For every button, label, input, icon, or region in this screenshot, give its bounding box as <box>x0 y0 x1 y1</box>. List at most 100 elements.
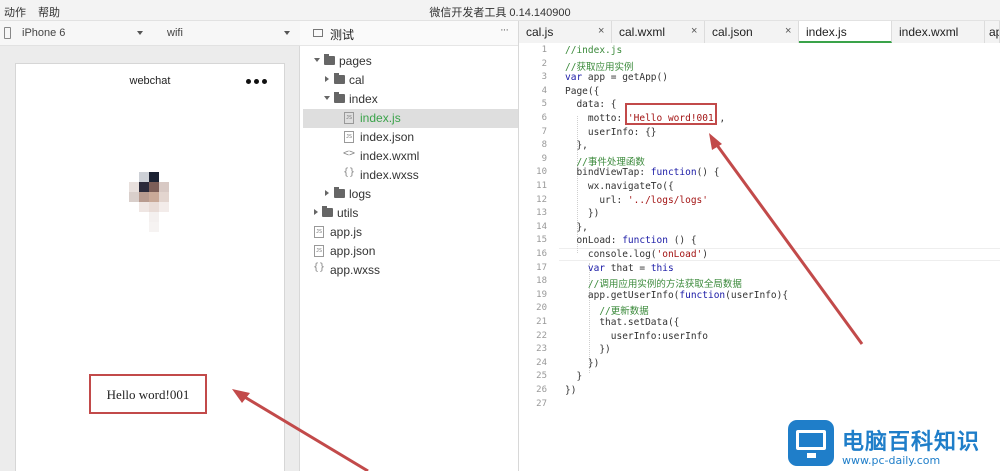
line-number: 26 <box>536 385 547 395</box>
json-file-icon: JS <box>314 245 324 257</box>
line-number: 4 <box>541 85 547 96</box>
line-number: 6 <box>541 113 547 123</box>
line-number: 25 <box>536 371 547 382</box>
tree-item-label: index.json <box>360 130 415 144</box>
chevron-right-icon[interactable] <box>325 76 329 82</box>
chevron-down-icon[interactable] <box>324 96 330 100</box>
tab-cal-json[interactable]: cal.json × <box>705 21 799 43</box>
tab-app-truncated[interactable]: ap <box>985 21 1000 43</box>
project-name: 测试 <box>330 28 355 42</box>
chevron-down-icon[interactable] <box>314 58 320 62</box>
code-line: }, <box>565 221 588 233</box>
line-number: 8 <box>541 140 547 151</box>
line-number: 24 <box>536 357 547 368</box>
tree-item-app-js[interactable]: JS app.js <box>303 223 518 242</box>
close-icon[interactable]: × <box>691 25 697 37</box>
line-number: 3 <box>541 72 547 83</box>
code-line: app.getUserInfo(function(userInfo){ <box>565 289 789 301</box>
close-icon[interactable]: × <box>598 25 604 37</box>
more-menu-icon[interactable] <box>246 79 268 85</box>
code-line: }) <box>565 344 611 356</box>
code-line: userInfo: {} <box>565 126 657 138</box>
code-line: }) <box>565 208 600 220</box>
tab-cal-js[interactable]: cal.js × <box>519 21 612 43</box>
tree-item-index-folder[interactable]: index <box>303 90 518 109</box>
tree-item-label: app.wxss <box>330 263 381 277</box>
folder-icon <box>334 92 345 103</box>
tree-item-app-wxss[interactable]: {} app.wxss <box>303 261 518 280</box>
code-line: userInfo:userInfo <box>565 330 708 342</box>
device-toolbar: iPhone 6 wifi <box>0 21 300 46</box>
tree-item-label: index.wxss <box>360 168 419 182</box>
line-number: 2 <box>541 58 547 69</box>
tree-item-label: index <box>349 92 378 106</box>
tree-item-index-json[interactable]: JS index.json <box>303 128 518 147</box>
code-line: //调用应用实例的方法获取全局数据 <box>565 279 742 291</box>
line-number: 14 <box>536 221 547 232</box>
tab-label: index.js <box>806 25 847 39</box>
line-number: 23 <box>536 344 547 355</box>
line-number: 15 <box>536 235 547 246</box>
code-line: //事件处理函数 <box>565 156 645 168</box>
tab-label: cal.json <box>712 25 753 39</box>
tree-item-label: utils <box>337 206 359 220</box>
tree-item-label: logs <box>349 187 372 201</box>
chevron-right-icon[interactable] <box>314 209 318 215</box>
tree-item-index-wxss[interactable]: {} index.wxss <box>303 166 518 185</box>
folder-icon <box>322 206 333 217</box>
chevron-down-icon[interactable] <box>284 31 290 35</box>
line-number: 27 <box>536 398 547 409</box>
tree-item-index-wxml[interactable]: <> index.wxml <box>303 147 518 166</box>
code-line: }) <box>565 357 600 369</box>
watermark: 电脑百科知识 www.pc-daily.com <box>780 418 1000 471</box>
tree-item-pages[interactable]: pages <box>303 52 518 71</box>
code-line: var that = this <box>587 262 674 274</box>
chevron-down-icon[interactable] <box>137 31 143 35</box>
file-tree-header: 测试 ··· <box>300 21 518 46</box>
code-line: //更新数据 <box>565 306 649 318</box>
line-number: 7 <box>541 126 547 137</box>
phone-icon <box>4 27 11 39</box>
line-number: 13 <box>536 208 547 219</box>
code-line: var app = getApp() <box>565 72 668 84</box>
app-title: 微信开发者工具 0.14.140900 <box>429 7 571 19</box>
network-select[interactable]: wifi <box>167 27 183 39</box>
line-number: 18 <box>536 276 547 287</box>
code-line: url: '../logs/logs' <box>565 194 708 206</box>
editor-tab-bar: cal.js × cal.wxml × cal.json × index.js … <box>519 21 1000 43</box>
style-file-icon: {} <box>313 262 326 273</box>
folder-icon <box>334 73 345 84</box>
line-number: 16 <box>536 249 547 259</box>
tab-index-wxml[interactable]: index.wxml <box>892 21 985 43</box>
tab-label: index.wxml <box>899 25 959 39</box>
close-icon[interactable]: × <box>785 25 791 37</box>
code-line: console.log('onLoad') <box>565 249 709 260</box>
folder-icon <box>313 29 323 37</box>
tree-item-utils[interactable]: utils <box>303 204 518 223</box>
tree-item-app-json[interactable]: JS app.json <box>303 242 518 261</box>
code-line: that.setData({ <box>565 317 680 328</box>
tab-index-js[interactable]: index.js <box>799 21 892 43</box>
line-number: 12 <box>536 194 547 205</box>
js-file-icon: JS <box>314 226 324 238</box>
tree-item-cal[interactable]: cal <box>303 71 518 90</box>
tab-label: cal.wxml <box>619 25 666 39</box>
motto-text: Hello word!001 <box>106 387 190 402</box>
file-tree-panel: 测试 ··· pages cal index JS index.js JS in… <box>300 21 519 471</box>
folder-icon <box>334 187 345 198</box>
page-title: webchat <box>129 75 171 87</box>
tab-cal-wxml[interactable]: cal.wxml × <box>612 21 705 43</box>
code-editor[interactable]: 1 //index.js 2 //获取应用实例 3 var app = getApp() 4… <box>519 43 1000 471</box>
phone-screen: webchat Hello word!001 <box>15 63 285 471</box>
line-number: 17 <box>536 262 547 273</box>
more-options-icon[interactable]: ··· <box>500 24 509 36</box>
chevron-right-icon[interactable] <box>325 190 329 196</box>
tree-item-index-js[interactable]: JS index.js <box>303 109 518 128</box>
avatar[interactable] <box>129 172 179 244</box>
device-select[interactable]: iPhone 6 <box>22 27 65 39</box>
code-line: bindViewTap: function() { <box>565 167 720 179</box>
monitor-logo-icon <box>788 420 834 466</box>
line-number: 22 <box>536 330 547 341</box>
tree-item-logs[interactable]: logs <box>303 185 518 204</box>
motto-highlight-box: Hello word!001 <box>89 374 207 414</box>
